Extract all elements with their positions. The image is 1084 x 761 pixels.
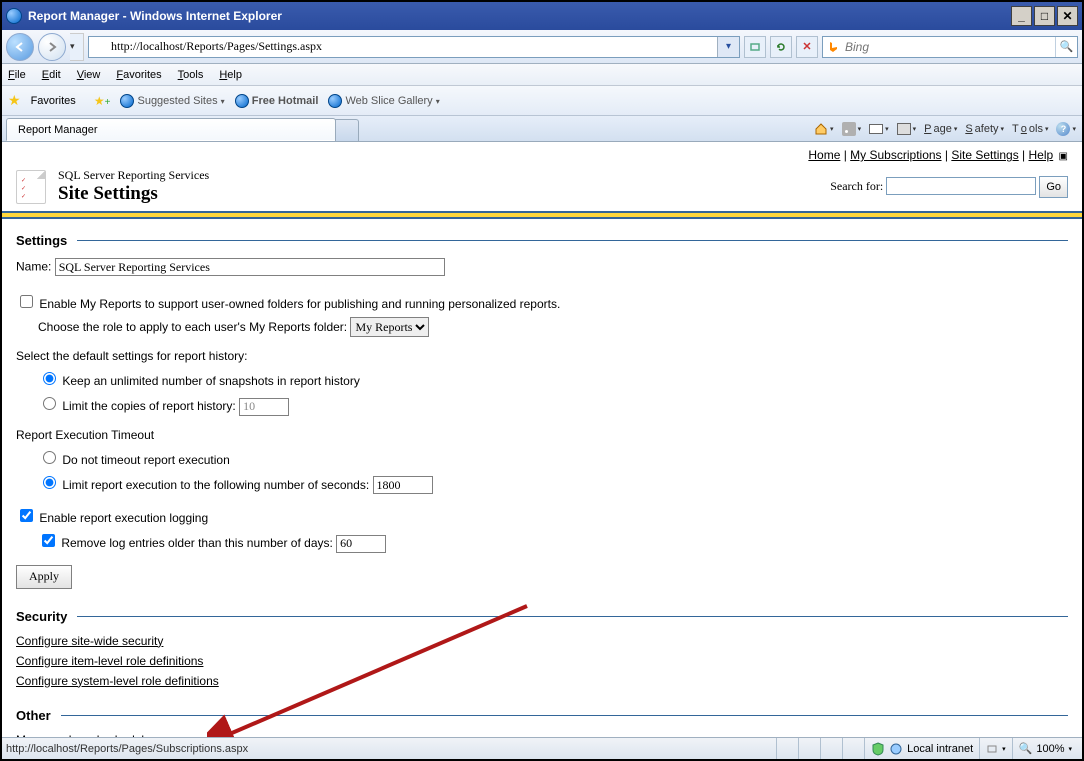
tools-tool[interactable]: Tools ▾ [1012, 123, 1048, 135]
role-select[interactable]: My Reports [350, 317, 429, 337]
security-heading: Security [16, 609, 1068, 624]
menubar: File Edit View Favorites Tools Help [2, 64, 1082, 86]
favorites-label[interactable]: Favorites [31, 95, 76, 107]
menu-view[interactable]: View [77, 69, 101, 81]
search-go[interactable]: 🔍 [1055, 37, 1077, 57]
limit-copies-label: Limit the copies of report history: [62, 399, 235, 413]
enable-myreports-checkbox[interactable] [20, 295, 33, 308]
back-button[interactable] [6, 33, 34, 61]
enable-logging-label: Enable report execution logging [39, 511, 208, 525]
favorites-star-icon[interactable]: ★ [8, 92, 21, 109]
no-timeout-label: Do not timeout report execution [62, 453, 229, 467]
keep-unlimited-label: Keep an unlimited number of snapshots in… [62, 374, 360, 388]
address-dropdown[interactable]: ▾ [717, 37, 739, 57]
favorites-bar: ★ Favorites ★+ Suggested Sites ▾ Free Ho… [2, 86, 1082, 116]
status-url: http://localhost/Reports/Pages/Subscript… [6, 743, 776, 755]
window-titlebar: Report Manager - Windows Internet Explor… [2, 2, 1082, 30]
remove-log-checkbox[interactable] [42, 534, 55, 547]
maximize-button[interactable]: □ [1034, 6, 1055, 26]
enable-myreports-label: Enable My Reports to support user-owned … [39, 297, 560, 311]
tab-report-manager[interactable]: Report Manager [6, 118, 336, 141]
settings-heading: Settings [16, 233, 1068, 248]
rss-tool[interactable]: ▾ [842, 122, 862, 136]
status-zone: Local intranet [864, 738, 979, 759]
keep-unlimited-radio[interactable] [43, 372, 56, 385]
no-timeout-radio[interactable] [43, 451, 56, 464]
safety-tool[interactable]: Safety ▾ [965, 123, 1004, 135]
link-help[interactable]: Help [1029, 148, 1054, 162]
page-tool[interactable]: Page ▾ [924, 123, 957, 135]
name-input[interactable] [55, 258, 445, 276]
service-name: SQL Server Reporting Services [58, 168, 209, 183]
shield-icon [871, 742, 885, 756]
help-popout-icon[interactable]: ▣ [1059, 151, 1068, 162]
refresh-button[interactable] [770, 36, 792, 58]
link-home[interactable]: Home [808, 148, 840, 162]
search-input[interactable] [843, 39, 1055, 55]
name-label: Name: [16, 260, 51, 274]
statusbar: http://localhost/Reports/Pages/Subscript… [2, 737, 1082, 759]
suggested-sites[interactable]: Suggested Sites ▾ [120, 94, 224, 108]
address-input[interactable] [109, 38, 717, 56]
tab-row: Report Manager ▾ ▾ ▾ ▾ Page ▾ Safety ▾ T… [2, 116, 1082, 142]
history-label: Select the default settings for report h… [16, 349, 1068, 363]
stop-button[interactable]: ✕ [796, 36, 818, 58]
apply-button[interactable]: Apply [16, 565, 72, 589]
limit-copies-radio[interactable] [43, 397, 56, 410]
intranet-icon [889, 742, 903, 756]
ie-icon [6, 8, 22, 24]
nav-history-dropdown[interactable]: ▾ [70, 33, 84, 61]
help-tool[interactable]: ?▾ [1056, 122, 1076, 136]
limit-seconds-label: Limit report execution to the following … [62, 478, 369, 492]
seconds-input[interactable] [373, 476, 433, 494]
link-site-settings[interactable]: Site Settings [951, 148, 1018, 162]
page-content: Home | My Subscriptions | Site Settings … [2, 142, 1082, 737]
page-title: Site Settings [58, 183, 209, 205]
bing-icon [823, 40, 843, 54]
new-tab-button[interactable] [335, 119, 359, 141]
report-icon [16, 170, 46, 204]
home-tool[interactable]: ▾ [814, 122, 834, 136]
menu-file[interactable]: File [8, 69, 26, 81]
link-manage-schedules[interactable]: Manage shared schedules [16, 733, 157, 738]
go-button[interactable]: Go [1039, 176, 1068, 198]
nav-toolbar: ▾ ▾ ✕ 🔍 [2, 30, 1082, 64]
remove-log-label: Remove log entries older than this numbe… [61, 536, 332, 550]
compat-button[interactable] [744, 36, 766, 58]
minimize-button[interactable]: _ [1011, 6, 1032, 26]
other-heading: Other [16, 708, 1068, 723]
menu-help[interactable]: Help [219, 69, 242, 81]
link-item-role[interactable]: Configure item-level role definitions [16, 654, 203, 668]
add-favorites-icon[interactable]: ★+ [94, 94, 111, 108]
close-button[interactable]: ✕ [1057, 6, 1078, 26]
print-tool[interactable]: ▾ [897, 123, 917, 135]
search-for-input[interactable] [886, 177, 1036, 195]
choose-role-label: Choose the role to apply to each user's … [38, 320, 347, 334]
log-days-input[interactable] [336, 535, 386, 553]
mail-tool[interactable]: ▾ [869, 124, 889, 134]
timeout-label: Report Execution Timeout [16, 428, 1068, 442]
menu-edit[interactable]: Edit [42, 69, 61, 81]
yellow-divider [2, 211, 1082, 219]
free-hotmail[interactable]: Free Hotmail [235, 94, 319, 108]
address-bar[interactable]: ▾ [88, 36, 740, 58]
tab-title: Report Manager [18, 124, 98, 136]
menu-favorites[interactable]: Favorites [116, 69, 161, 81]
search-for-label: Search for: [830, 179, 883, 193]
protected-mode-cell[interactable]: ▾ [979, 738, 1012, 759]
limit-seconds-radio[interactable] [43, 476, 56, 489]
link-system-role[interactable]: Configure system-level role definitions [16, 674, 219, 688]
page-topnav: Home | My Subscriptions | Site Settings … [2, 142, 1082, 164]
copies-input[interactable] [239, 398, 289, 416]
menu-tools[interactable]: Tools [178, 69, 204, 81]
zoom-cell[interactable]: 🔍100% ▾ [1012, 738, 1078, 759]
link-sitewide-security[interactable]: Configure site-wide security [16, 634, 163, 648]
window-title: Report Manager - Windows Internet Explor… [28, 9, 282, 23]
forward-button[interactable] [38, 33, 66, 61]
enable-logging-checkbox[interactable] [20, 509, 33, 522]
link-subscriptions[interactable]: My Subscriptions [850, 148, 941, 162]
web-slice-gallery[interactable]: Web Slice Gallery ▾ [328, 94, 439, 108]
search-box[interactable]: 🔍 [822, 36, 1078, 58]
